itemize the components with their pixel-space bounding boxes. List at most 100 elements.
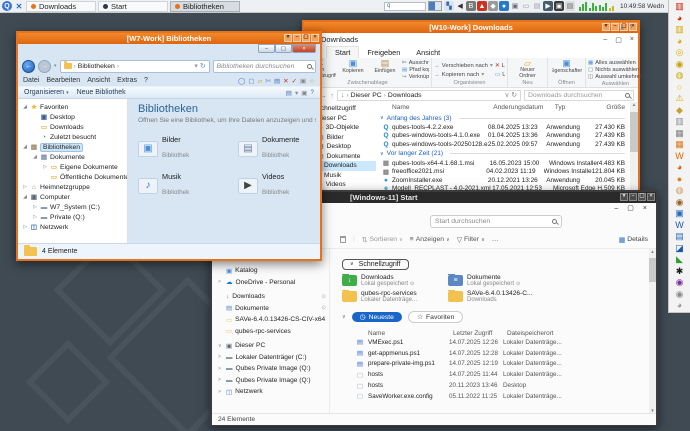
nav-item[interactable]: > ◫ Netzwerk: [212, 386, 329, 398]
toolbar-icon[interactable]: ▤: [286, 89, 292, 97]
nav-item[interactable]: ▭ qubes-rpc-services: [212, 326, 329, 338]
nav-item[interactable]: ↓ Downloads ⊙: [212, 291, 329, 303]
toolbar-icon[interactable]: ?: [310, 89, 314, 97]
quick-access-tile[interactable]: ≡ Dokumente Lokal gespeichert ⊙: [448, 274, 550, 287]
menu-item[interactable]: Extras: [117, 77, 137, 84]
search-input[interactable]: Downloads durchsuchen: [524, 90, 634, 101]
tree-item[interactable]: ◢ ★ Favoriten: [18, 102, 127, 112]
chevron-icon[interactable]: >: [218, 366, 223, 372]
tree-item[interactable]: ▭ Downloads: [18, 122, 127, 132]
qube-app-icon[interactable]: ◪: [672, 243, 688, 255]
tab-neueste[interactable]: ◷ Neueste: [352, 312, 402, 322]
qube-app-icon[interactable]: ◎: [672, 47, 688, 59]
qube-app-icon[interactable]: ▥: [672, 1, 688, 13]
frame-button[interactable]: ×: [647, 193, 655, 201]
quick-access-header[interactable]: ∨ Schnellzugriff: [342, 259, 409, 270]
w10-caption-bar[interactable]: Downloads – ▢ ×: [304, 33, 638, 46]
column-header[interactable]: Typ: [555, 104, 607, 111]
tray-icon[interactable]: ▤: [565, 1, 575, 11]
tree-item[interactable]: ▷ ▭ Eigene Dokumente: [18, 162, 127, 172]
close-button[interactable]: ×: [292, 44, 316, 53]
qube-app-icon[interactable]: ◉: [672, 289, 688, 301]
taskbar-task-button[interactable]: Bibliotheken: [170, 1, 240, 12]
qube-app-icon[interactable]: W: [672, 220, 688, 232]
frame-button[interactable]: ▾: [602, 23, 610, 31]
tray-icon[interactable]: ▣: [510, 1, 520, 11]
frame-button[interactable]: ▢: [302, 34, 310, 42]
chevron-down-icon[interactable]: ∨: [380, 115, 384, 121]
twisty-icon[interactable]: ◢: [22, 144, 28, 150]
column-header[interactable]: Name: [390, 104, 493, 111]
recent-file-row[interactable]: ▤ VMExec.ps1 14.07.2025 12:26 Lokaler Da…: [342, 337, 646, 348]
w7-window[interactable]: [W7-Work] Bibliotheken ▾–▢× – ▢ × ← → ▾ …: [16, 31, 322, 261]
menu-item[interactable]: Datei: [23, 77, 39, 84]
nav-item[interactable]: > ▬ Lokaler Datenträger (C:): [212, 352, 329, 364]
chevron-icon[interactable]: >: [218, 389, 223, 395]
filter-button[interactable]: ▽ Filter ∨: [457, 236, 485, 244]
scroll-up-icon[interactable]: ▲: [632, 102, 636, 107]
file-row[interactable]: ● ZoomInstaller.exe 20.12.2021 13:26 Anw…: [376, 176, 629, 185]
qube-app-icon[interactable]: ◉: [672, 59, 688, 71]
chevron-icon[interactable]: >: [218, 354, 223, 360]
qube-app-icon[interactable]: ◆: [672, 105, 688, 117]
nav-item[interactable]: > ▬ Qubes Private Image (Q:): [212, 375, 329, 387]
library-item[interactable]: ▤ Dokumente Bibliothek: [238, 135, 320, 162]
refresh-icon[interactable]: ↻: [511, 91, 517, 99]
tree-item[interactable]: ▣ Desktop: [18, 112, 127, 122]
toolbar-icon[interactable]: ▣: [300, 77, 306, 85]
view-button[interactable]: ≡ Anzeigen ∨: [410, 236, 450, 243]
twisty-icon[interactable]: ◢: [32, 154, 38, 160]
toolbar-icon[interactable]: ▱: [258, 77, 263, 85]
chevron-icon[interactable]: >: [218, 279, 223, 285]
ribbon-tab[interactable]: Freigeben: [359, 47, 408, 58]
breadcrumb[interactable]: ↓ › Dieser PC › Downloads ∨ ↻: [337, 90, 521, 101]
ribbon-tab[interactable]: Ansicht: [408, 47, 448, 58]
ribbon-small-button[interactable]: ▦ Alles auswählen: [588, 60, 643, 66]
qube-app-icon[interactable]: ◍: [672, 185, 688, 197]
tree-item[interactable]: ◢ ▣ Computer: [18, 192, 127, 202]
breadcrumb-item[interactable]: Bibliotheken: [78, 63, 115, 70]
tray-icon[interactable]: B: [466, 1, 476, 11]
ribbon-big-button[interactable]: ▣ Eigenschaften: [552, 59, 582, 79]
quick-access-tile[interactable]: ↓ Downloads Lokal gespeichert ⊙: [342, 274, 444, 287]
nav-item[interactable]: ▤ Dokumente ⊙: [212, 303, 329, 315]
close-button[interactable]: ×: [643, 205, 647, 212]
sort-button[interactable]: ⇅ Sortieren ∨: [362, 236, 403, 244]
qube-app-icon[interactable]: ◍: [672, 70, 688, 82]
workspace-pager[interactable]: [428, 1, 442, 11]
group-header[interactable]: ∨ Vor langer Zeit (21): [376, 149, 629, 159]
column-header[interactable]: Größe: [606, 104, 629, 111]
toolbar-icon[interactable]: ▾: [295, 89, 298, 97]
qubes-logo-icon[interactable]: Q: [2, 1, 12, 11]
toolbar-icon[interactable]: ▢: [248, 77, 254, 85]
chevron-icon[interactable]: >: [218, 377, 223, 383]
qube-app-icon[interactable]: ▤: [672, 231, 688, 243]
qube-app-icon[interactable]: ▦: [672, 139, 688, 151]
clock[interactable]: 10:49:58 Wedn: [620, 3, 664, 10]
tree-item[interactable]: ▷ ▬ Private (Q:): [18, 212, 127, 222]
scrollbar-thumb[interactable]: [649, 258, 656, 282]
help-icon[interactable]: ?: [629, 24, 633, 32]
w7-caption-bar[interactable]: – ▢ ×: [18, 44, 320, 57]
group-header[interactable]: ∨ Anfang des Jahres (3): [376, 113, 629, 123]
trash-icon[interactable]: [340, 236, 346, 243]
tab-favoriten[interactable]: ☆ Favoriten: [408, 311, 463, 323]
search-input[interactable]: Start durchsuchen: [430, 215, 562, 228]
quick-access-tile[interactable]: SAVe-6.4.0.13426-C... Downloads: [448, 290, 550, 303]
forward-button[interactable]: →: [38, 60, 51, 73]
qube-app-icon[interactable]: ▣: [672, 208, 688, 220]
tray-icon[interactable]: ▭: [521, 1, 531, 11]
file-row[interactable]: Q qubes-tools-4.2.2.exe 08.04.2025 13:23…: [376, 123, 629, 132]
organize-button[interactable]: Organisieren ▾: [24, 89, 69, 96]
chevron-icon[interactable]: ∨: [218, 343, 223, 349]
qube-app-icon[interactable]: ✱: [672, 266, 688, 278]
qube-app-icon[interactable]: W: [672, 151, 688, 163]
taskbar-task-button[interactable]: Downloads: [26, 1, 96, 12]
toolbar-icon[interactable]: ☆: [309, 77, 315, 85]
qube-app-icon[interactable]: ◕: [672, 162, 688, 174]
frame-button[interactable]: –: [293, 34, 301, 42]
twisty-icon[interactable]: ▷: [22, 224, 28, 230]
recent-file-row[interactable]: ▤ get-appmenus.ps1 14.07.2025 12:28 Loka…: [342, 348, 646, 359]
chevron-down-icon[interactable]: ∨: [380, 151, 384, 157]
maximize-button[interactable]: ▢: [627, 204, 634, 212]
